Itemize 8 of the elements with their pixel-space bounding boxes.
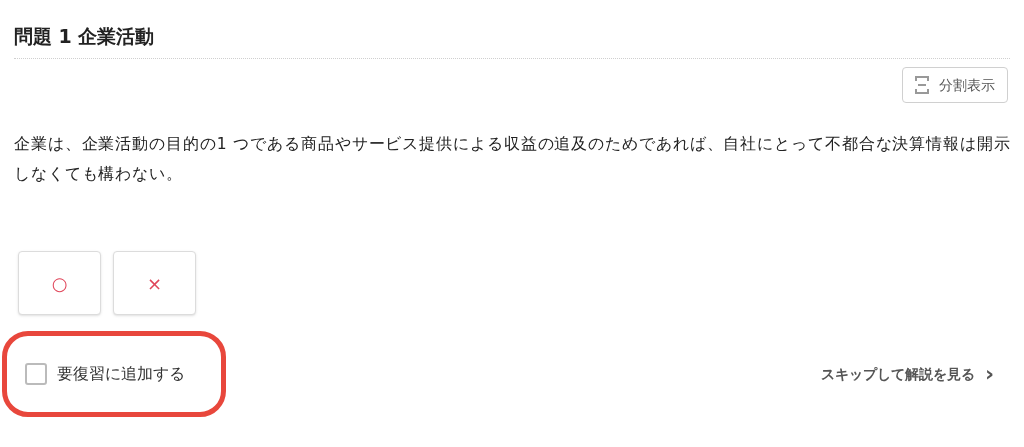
question-text: 企業は、企業活動の目的の1 つである商品やサービス提供による収益の追及のためであれば、自社にとって不都合な決算情報は開示しなくても構わない。: [14, 134, 1012, 185]
question-title: 問題 1 企業活動: [14, 24, 155, 49]
answer-button[interactable]: ×: [113, 251, 196, 315]
answer-button[interactable]: ○: [18, 251, 101, 315]
review-checkbox[interactable]: 要復習に追加する: [25, 362, 185, 386]
split-view-icon: [915, 76, 929, 94]
split-view-button[interactable]: 分割表示: [902, 67, 1008, 103]
skip-link[interactable]: スキップして解説を見る ›: [820, 363, 994, 385]
